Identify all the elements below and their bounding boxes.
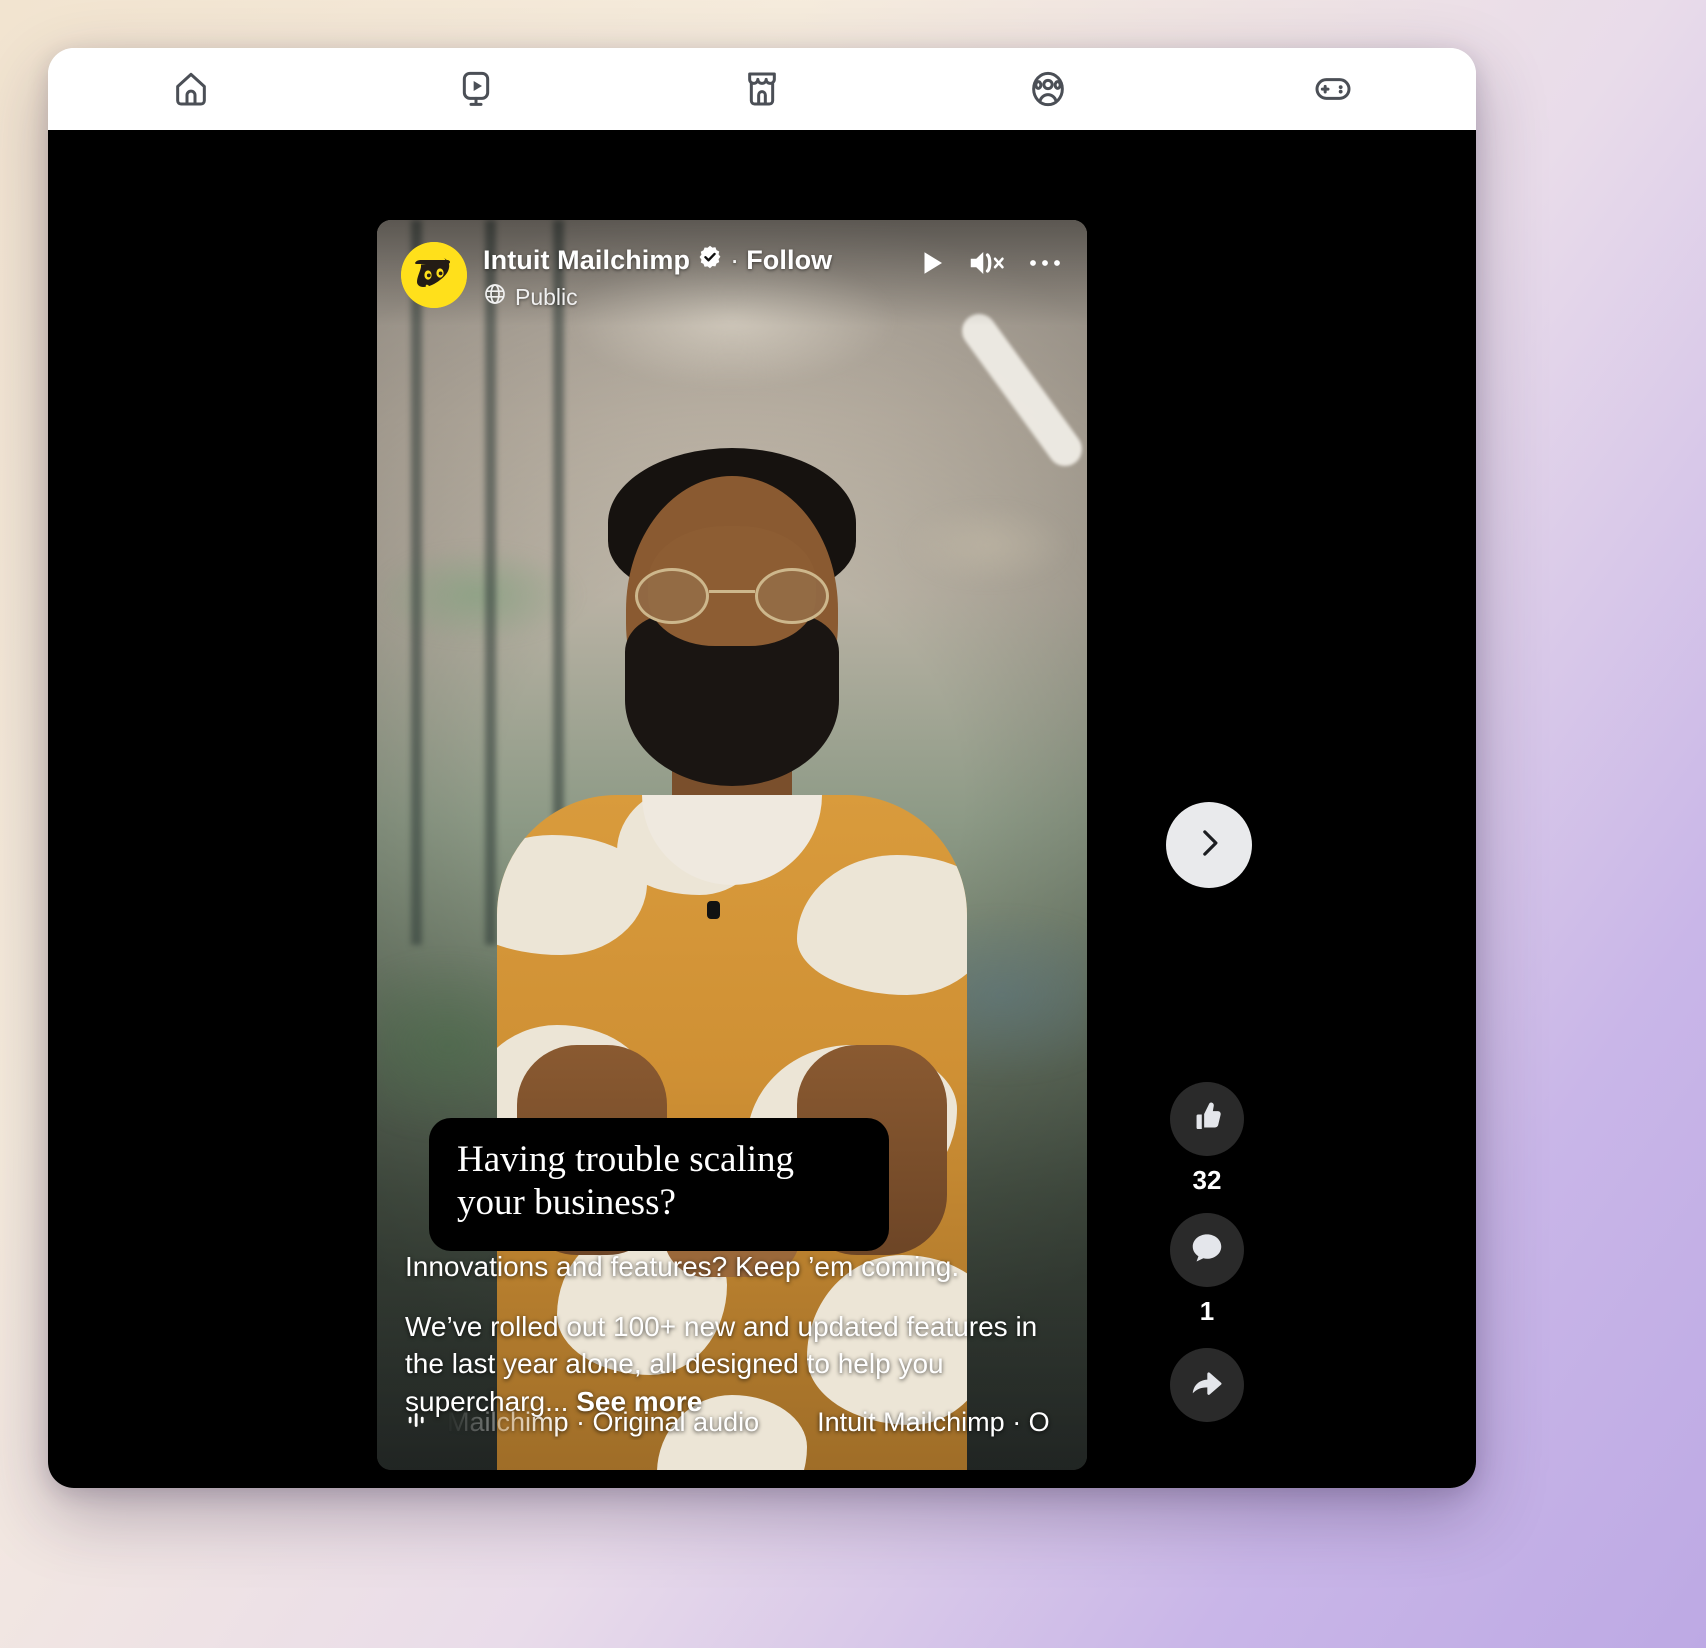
more-options-icon[interactable] [1027,248,1063,283]
gaming-controller-icon [1313,69,1353,109]
groups-people-icon [1028,69,1068,109]
privacy-label: Public [515,283,578,310]
comment-bubble-icon [1188,1229,1226,1272]
audio-attribution-marquee: Mailchimp · Original audio Intuit Mailch… [447,1404,1087,1440]
home-tab[interactable] [48,48,334,130]
app-window: Intuit Mailchimp · Follow Public Having … [48,48,1476,1488]
video-play-icon [456,69,496,109]
avatar[interactable] [401,242,467,308]
audio-attribution-text: Mailchimp · Original audio [447,1407,760,1437]
groups-tab[interactable] [905,48,1191,130]
next-reel-button[interactable] [1166,802,1252,888]
video-subtitle-overlay: Having trouble scaling your business? [429,1118,889,1251]
author-separator: · [730,245,740,275]
home-icon [171,69,211,109]
reel-player-stage: Intuit Mailchimp · Follow Public Having … [48,130,1476,1488]
verified-check-icon [697,244,723,277]
comment-count: 1 [1199,1296,1215,1326]
reel-video-card[interactable]: Intuit Mailchimp · Follow Public Having … [377,220,1087,1470]
reel-header-controls [917,242,1063,283]
chevron-right-icon [1191,825,1227,866]
video-tab[interactable] [334,48,620,130]
comment-button[interactable] [1170,1213,1244,1287]
share-action [1170,1348,1244,1422]
play-icon[interactable] [917,248,947,283]
reel-caption: Innovations and features? Keep ’em comin… [405,1248,1063,1420]
share-arrow-icon [1188,1364,1226,1407]
comment-action: 1 [1170,1213,1244,1324]
marketplace-tab[interactable] [619,48,905,130]
like-action: 32 [1170,1082,1244,1193]
audio-attribution-text-repeat: Intuit Mailchimp · O [817,1407,1050,1437]
share-button[interactable] [1170,1348,1244,1422]
caption-lead-line: Innovations and features? Keep ’em comin… [405,1251,960,1282]
top-navigation-bar [48,48,1476,130]
like-count: 32 [1192,1165,1222,1195]
reel-author-block: Intuit Mailchimp · Follow Public [483,242,901,312]
reel-action-rail: 32 1 [1152,1082,1262,1422]
reel-author-line: Intuit Mailchimp · Follow [483,244,901,277]
thumbs-up-icon [1188,1098,1226,1141]
like-button[interactable] [1170,1082,1244,1156]
audio-attribution-row[interactable]: Mailchimp · Original audio Intuit Mailch… [405,1404,1087,1440]
caption-body-text: We’ve rolled out 100+ new and updated fe… [405,1310,1038,1417]
speaker-muted-icon[interactable] [967,248,1007,283]
audio-waveform-icon [405,1407,431,1438]
reel-header: Intuit Mailchimp · Follow Public [377,220,1087,326]
subtitle-text: Having trouble scaling your business? [457,1139,795,1224]
follow-button[interactable]: Follow [746,245,832,276]
gaming-tab[interactable] [1190,48,1476,130]
reel-privacy-line: Public [483,282,901,312]
globe-icon [483,282,507,312]
marketplace-store-icon [742,69,782,109]
author-name[interactable]: Intuit Mailchimp [483,245,690,276]
screen-background: Intuit Mailchimp · Follow Public Having … [0,0,1706,1648]
